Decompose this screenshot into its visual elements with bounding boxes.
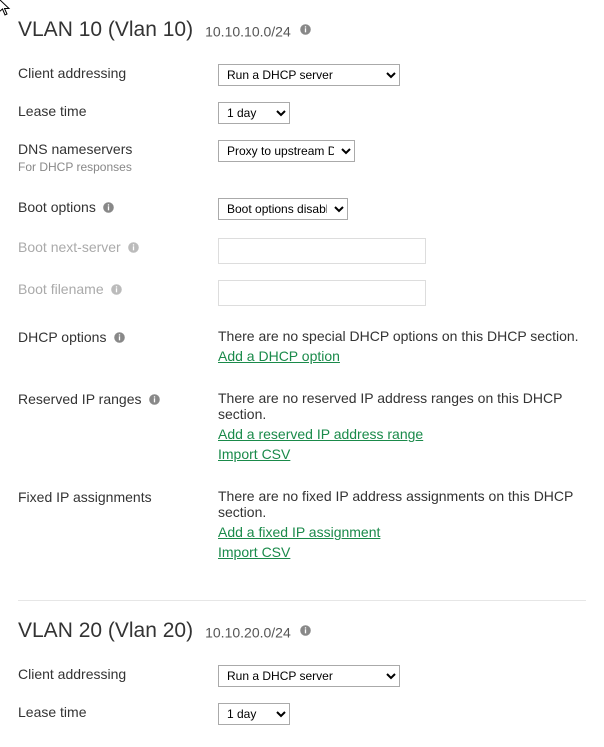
client-addressing-select[interactable]: Run a DHCP server <box>218 665 400 687</box>
row-boot-next-server: Boot next-server <box>18 230 586 272</box>
add-reserved-ip-range-link[interactable]: Add a reserved IP address range <box>218 424 423 444</box>
lease-time-select[interactable]: 1 day <box>218 703 290 725</box>
dns-nameservers-select[interactable]: Proxy to upstream DNS <box>218 140 355 162</box>
row-client-addressing: Client addressing Run a DHCP server <box>18 56 586 94</box>
info-icon[interactable] <box>110 282 124 296</box>
section-subnet: 10.10.20.0/24 <box>205 624 312 641</box>
info-icon[interactable] <box>147 392 161 406</box>
reserved-ip-msg: There are no reserved IP address ranges … <box>218 390 586 422</box>
label-client-addressing: Client addressing <box>18 64 218 82</box>
import-csv-link[interactable]: Import CSV <box>218 542 290 562</box>
label-client-addressing: Client addressing <box>18 665 218 683</box>
row-boot-options: Boot options Boot options disabled <box>18 184 586 230</box>
label-boot-options: Boot options <box>18 198 218 216</box>
boot-options-select[interactable]: Boot options disabled <box>218 198 348 220</box>
client-addressing-select[interactable]: Run a DHCP server <box>218 64 400 86</box>
label-reserved-ip: Reserved IP ranges <box>18 390 218 408</box>
row-client-addressing: Client addressing Run a DHCP server <box>18 657 586 695</box>
label-dns: DNS nameservers For DHCP responses <box>18 140 218 176</box>
cursor-icon <box>0 0 14 18</box>
section-subnet: 10.10.10.0/24 <box>205 23 312 40</box>
info-icon[interactable] <box>299 23 313 37</box>
info-icon[interactable] <box>102 200 116 214</box>
section-header: VLAN 10 (Vlan 10) 10.10.10.0/24 <box>18 18 586 42</box>
dhcp-options-msg: There are no special DHCP options on thi… <box>218 328 586 344</box>
label-lease-time: Lease time <box>18 703 218 721</box>
row-boot-filename: Boot filename <box>18 272 586 314</box>
row-reserved-ip: Reserved IP ranges There are no reserved… <box>18 376 586 474</box>
boot-next-server-input[interactable] <box>218 238 426 264</box>
info-icon[interactable] <box>299 624 313 638</box>
label-boot-filename: Boot filename <box>18 280 218 298</box>
row-lease-time: Lease time 1 day <box>18 94 586 132</box>
add-fixed-ip-assignment-link[interactable]: Add a fixed IP assignment <box>218 522 380 542</box>
info-icon[interactable] <box>127 240 141 254</box>
boot-filename-input[interactable] <box>218 280 426 306</box>
row-fixed-ip: Fixed IP assignments There are no fixed … <box>18 474 586 572</box>
vlan-section-20: VLAN 20 (Vlan 20) 10.10.20.0/24 Client a… <box>18 601 586 733</box>
fixed-ip-msg: There are no fixed IP address assignment… <box>218 488 586 520</box>
row-dns-nameservers: DNS nameservers For DHCP responses Proxy… <box>18 132 586 184</box>
import-csv-link[interactable]: Import CSV <box>218 444 290 464</box>
section-title: VLAN 20 (Vlan 20) <box>18 619 193 643</box>
label-boot-next-server: Boot next-server <box>18 238 218 256</box>
label-fixed-ip: Fixed IP assignments <box>18 488 218 506</box>
label-lease-time: Lease time <box>18 102 218 120</box>
info-icon[interactable] <box>112 330 126 344</box>
label-dhcp-options: DHCP options <box>18 328 218 346</box>
section-title: VLAN 10 (Vlan 10) <box>18 18 193 42</box>
row-lease-time: Lease time 1 day <box>18 695 586 733</box>
vlan-section-10: VLAN 10 (Vlan 10) 10.10.10.0/24 Client a… <box>18 0 586 572</box>
row-dhcp-options: DHCP options There are no special DHCP o… <box>18 314 586 376</box>
add-dhcp-option-link[interactable]: Add a DHCP option <box>218 346 340 366</box>
section-header: VLAN 20 (Vlan 20) 10.10.20.0/24 <box>18 619 586 643</box>
lease-time-select[interactable]: 1 day <box>218 102 290 124</box>
